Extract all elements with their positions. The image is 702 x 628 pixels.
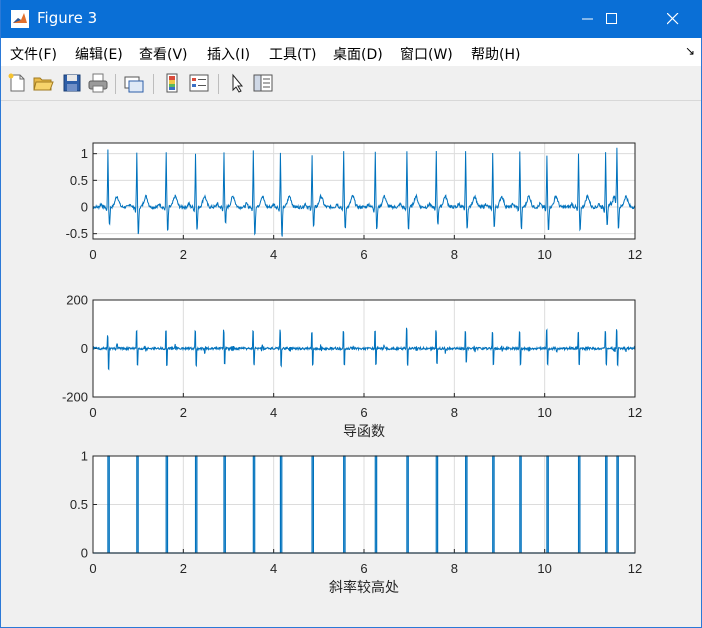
axes-ecg-signal[interactable]: 0 2 4 6 8 10 12 -0.500.51	[66, 142, 643, 262]
x-tick-label: 2	[180, 561, 187, 576]
x-axis-label-derivative: 导函数	[343, 423, 385, 439]
x-tick-label: 12	[628, 405, 642, 420]
x-tick-label: 10	[537, 561, 551, 576]
x-tick-label: 4	[270, 561, 277, 576]
x-tick-label: 2	[180, 247, 187, 262]
x-tick-labels: 0 2 4 6 8 10 12	[89, 247, 642, 262]
y-tick-label: 0.5	[70, 173, 88, 188]
y-tick-labels: -0.5 0 0.5 1	[66, 146, 88, 241]
x-tick-label: 10	[537, 247, 551, 262]
x-tick-label: 12	[628, 247, 642, 262]
y-tick-label: 200	[66, 293, 88, 308]
x-tick-label: 4	[270, 247, 277, 262]
x-axis-label-high-slope: 斜率较高处	[329, 579, 399, 595]
y-tick-label: 1	[81, 449, 88, 464]
figure-canvas: 0 2 4 6 8 10 12 -0.500.51 0 2 4 6 8 10 12 -2000200 导…	[62, 142, 643, 596]
y-tick-label: -200	[62, 390, 88, 405]
x-tick-label: 8	[451, 247, 458, 262]
y-tick-label: -0.5	[66, 226, 88, 241]
x-tick-label: 0	[89, 405, 96, 420]
axes-derivative[interactable]: 0 2 4 6 8 10 12 -2000200 导函数	[62, 293, 642, 440]
y-tick-labels: 00.51	[70, 449, 88, 561]
axes-high-slope[interactable]: 0 2 4 6 8 10 12 00.51 斜率较高处	[70, 449, 642, 596]
figure-window: Figure 3 文件(F) 编辑(E) 查看(V) 插入(I) 工具(T) 桌…	[0, 0, 702, 628]
x-tick-label: 6	[360, 561, 367, 576]
y-tick-label: 0.5	[70, 497, 88, 512]
x-tick-label: 6	[360, 247, 367, 262]
x-tick-label: 2	[180, 405, 187, 420]
x-tick-label: 4	[270, 405, 277, 420]
y-tick-labels: -200 0 200	[62, 293, 88, 405]
x-tick-labels: 0 2 4 6 8 10 12	[89, 405, 642, 420]
x-tick-label: 0	[89, 561, 96, 576]
y-tick-label: 1	[81, 146, 88, 161]
x-tick-labels: 0 2 4 6 8 10 12	[89, 561, 642, 576]
y-tick-label: 0	[81, 200, 88, 215]
y-tick-label: 0	[81, 341, 88, 356]
x-tick-label: 8	[451, 405, 458, 420]
x-tick-label: 12	[628, 561, 642, 576]
y-tick-label: 0	[81, 546, 88, 561]
x-tick-label: 6	[360, 405, 367, 420]
x-tick-label: 8	[451, 561, 458, 576]
x-tick-label: 10	[537, 405, 551, 420]
x-tick-label: 0	[89, 247, 96, 262]
